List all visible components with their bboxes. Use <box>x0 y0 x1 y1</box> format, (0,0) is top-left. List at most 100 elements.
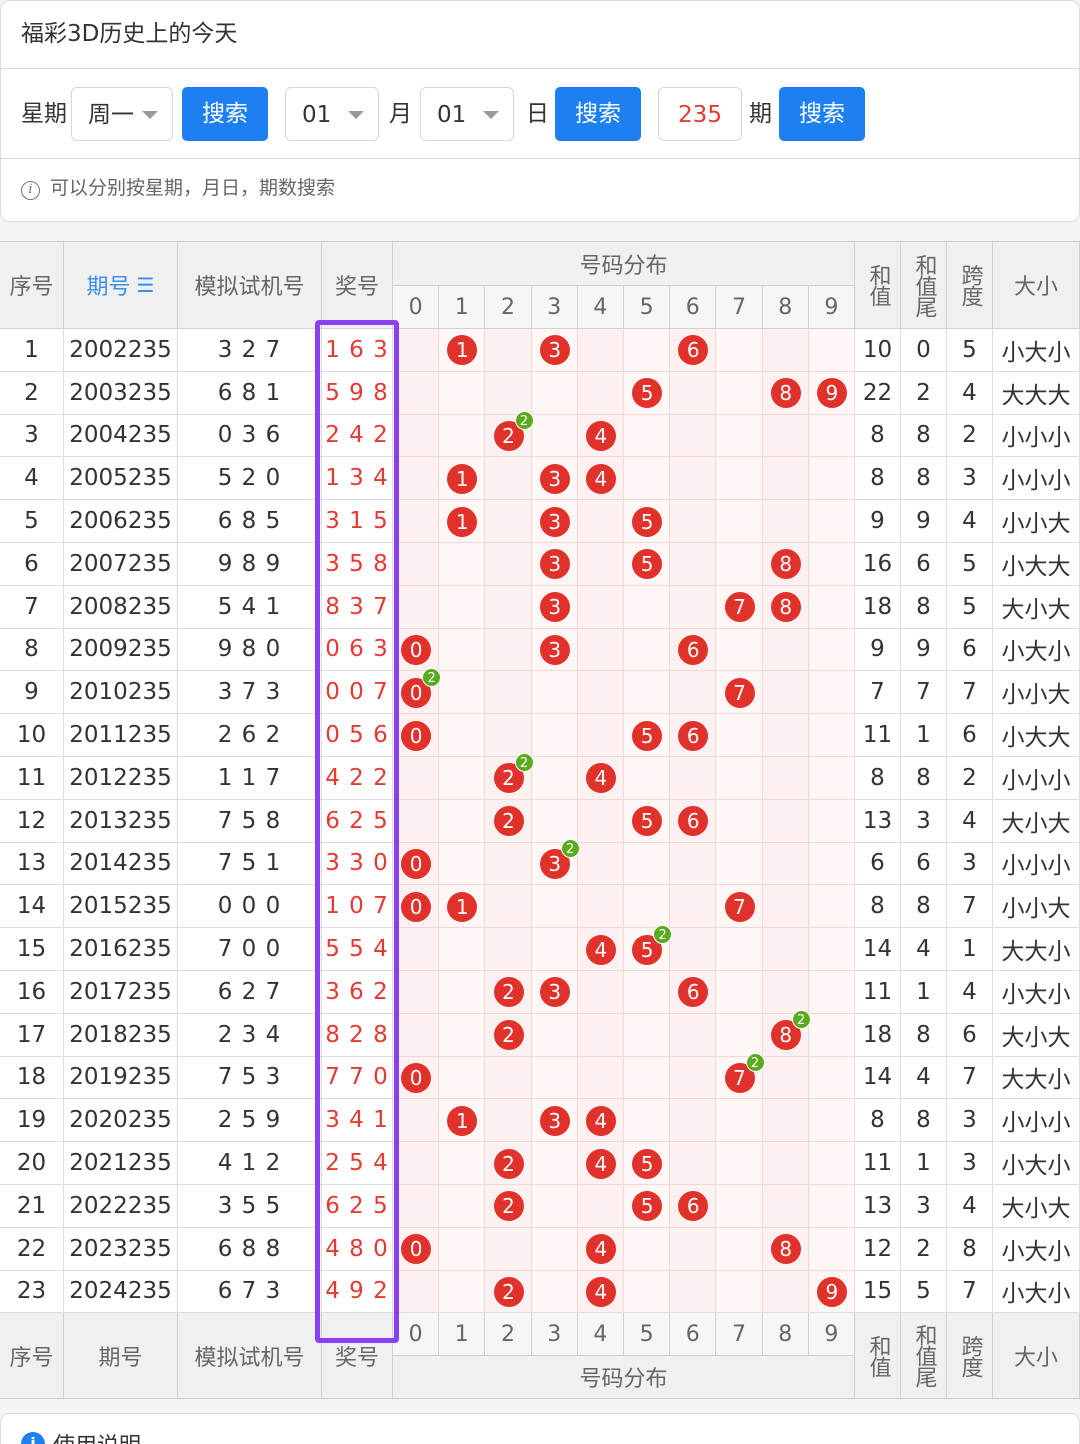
date-search-button[interactable]: 搜索 <box>555 87 641 141</box>
header-size: 大小 <box>993 242 1080 329</box>
row-prize-number: 6 2 5 <box>322 1185 393 1228</box>
day-select[interactable]: 01 <box>420 87 514 141</box>
distribution-cell <box>808 799 855 843</box>
footer-sum: 和值 <box>855 1313 901 1400</box>
distribution-cell <box>624 1099 671 1143</box>
distribution-cell <box>762 414 809 458</box>
distribution-cell <box>393 1099 440 1143</box>
row-size-pattern: 大小大 <box>993 1013 1080 1057</box>
row-sum: 10 <box>855 329 901 372</box>
distribution-cell <box>716 1227 763 1271</box>
row-sum-tail: 8 <box>901 1013 947 1057</box>
number-ball: 0 <box>401 635 432 665</box>
footer-digit: 4 <box>577 1313 624 1357</box>
row-seq: 19 <box>0 1099 64 1143</box>
row-size-pattern: 大大大 <box>993 371 1080 415</box>
distribution-cell <box>393 543 440 586</box>
distribution-cell <box>624 757 671 800</box>
distribution-cell <box>531 714 578 757</box>
distribution-cell <box>577 714 624 757</box>
weekday-search-button[interactable]: 搜索 <box>182 87 268 141</box>
row-sum-tail: 5 <box>901 1270 947 1314</box>
distribution-cell <box>439 628 486 672</box>
footer-span-label: 跨度 <box>957 1334 983 1377</box>
info-icon: i <box>21 181 40 200</box>
row-prize-number: 8 3 7 <box>322 585 393 629</box>
distribution-cell <box>670 585 717 629</box>
row-trial-number: 2 6 2 <box>178 714 322 757</box>
row-issue: 2012235 <box>64 757 178 800</box>
row-sum: 8 <box>855 414 901 458</box>
row-prize-number: 3 1 5 <box>322 500 393 543</box>
row-seq: 15 <box>0 928 64 971</box>
distribution-cell <box>670 1013 717 1057</box>
header-issue[interactable]: 期号 ☰ <box>64 242 178 329</box>
distribution-cell <box>762 1099 809 1143</box>
row-seq: 14 <box>0 885 64 929</box>
row-size-pattern: 小小大 <box>993 671 1080 715</box>
row-span: 2 <box>947 414 993 458</box>
number-ball: 4 <box>585 934 616 965</box>
row-span: 1 <box>947 928 993 971</box>
distribution-cell <box>624 1056 671 1100</box>
row-sum-tail: 8 <box>901 1099 947 1143</box>
distribution-cell <box>485 928 532 971</box>
distribution-cell <box>808 585 855 629</box>
row-trial-number: 5 2 0 <box>178 457 322 501</box>
distribution-cell <box>808 1227 855 1271</box>
row-seq: 12 <box>0 799 64 843</box>
header-digit: 6 <box>670 286 717 329</box>
row-sum-tail: 4 <box>901 1056 947 1100</box>
day-select-value: 01 <box>437 102 467 128</box>
weekday-select[interactable]: 周一 <box>71 87 173 141</box>
row-span: 6 <box>947 628 993 672</box>
number-ball: 2 <box>493 1020 524 1051</box>
distribution-cell <box>762 1056 809 1100</box>
distribution-cell <box>577 543 624 586</box>
repeat-count-badge: 2 <box>560 839 580 858</box>
distribution-cell <box>670 1270 717 1314</box>
number-ball: 0 <box>401 1063 432 1093</box>
distribution-cell <box>716 543 763 586</box>
number-ball: 9 <box>816 378 847 409</box>
row-size-pattern: 小小小 <box>993 757 1080 800</box>
chevron-down-icon <box>483 111 499 119</box>
issue-search-button[interactable]: 搜索 <box>779 87 865 141</box>
issue-input[interactable]: 235 <box>658 87 742 141</box>
number-ball: 1 <box>447 506 478 537</box>
distribution-cell <box>393 971 440 1014</box>
header-trial: 模拟试机号 <box>178 242 322 329</box>
row-trial-number: 1 1 7 <box>178 757 322 800</box>
row-issue: 2016235 <box>64 928 178 971</box>
month-select[interactable]: 01 <box>285 87 379 141</box>
footer-issue: 期号 <box>64 1313 178 1400</box>
row-size-pattern: 小小小 <box>993 842 1080 886</box>
distribution-cell <box>393 585 440 629</box>
row-seq: 10 <box>0 714 64 757</box>
header-sum: 和值 <box>855 242 901 329</box>
number-ball: 3 <box>539 549 570 580</box>
row-span: 4 <box>947 500 993 543</box>
distribution-cell <box>762 842 809 886</box>
distribution-cell <box>808 628 855 672</box>
usage-instructions-card[interactable]: i 使用说明 <box>0 1413 1080 1444</box>
distribution-cell <box>624 585 671 629</box>
footer-sum-tail-label: 和值尾 <box>911 1324 937 1388</box>
distribution-cell <box>393 457 440 501</box>
distribution-cell <box>577 671 624 715</box>
distribution-cell <box>485 329 532 372</box>
repeat-count-badge: 2 <box>653 924 673 944</box>
row-issue: 2009235 <box>64 628 178 672</box>
footer-seq: 序号 <box>0 1313 64 1400</box>
distribution-cell <box>670 757 717 800</box>
distribution-cell <box>485 371 532 415</box>
distribution-cell <box>716 842 763 886</box>
number-ball: 9 <box>816 1277 847 1307</box>
distribution-cell <box>393 500 440 543</box>
sort-icon[interactable]: ☰ <box>137 273 155 297</box>
row-sum: 16 <box>855 543 901 586</box>
distribution-cell <box>808 971 855 1014</box>
row-trial-number: 9 8 9 <box>178 543 322 586</box>
footer-size: 大小 <box>993 1313 1080 1400</box>
number-ball: 1 <box>447 1105 478 1136</box>
